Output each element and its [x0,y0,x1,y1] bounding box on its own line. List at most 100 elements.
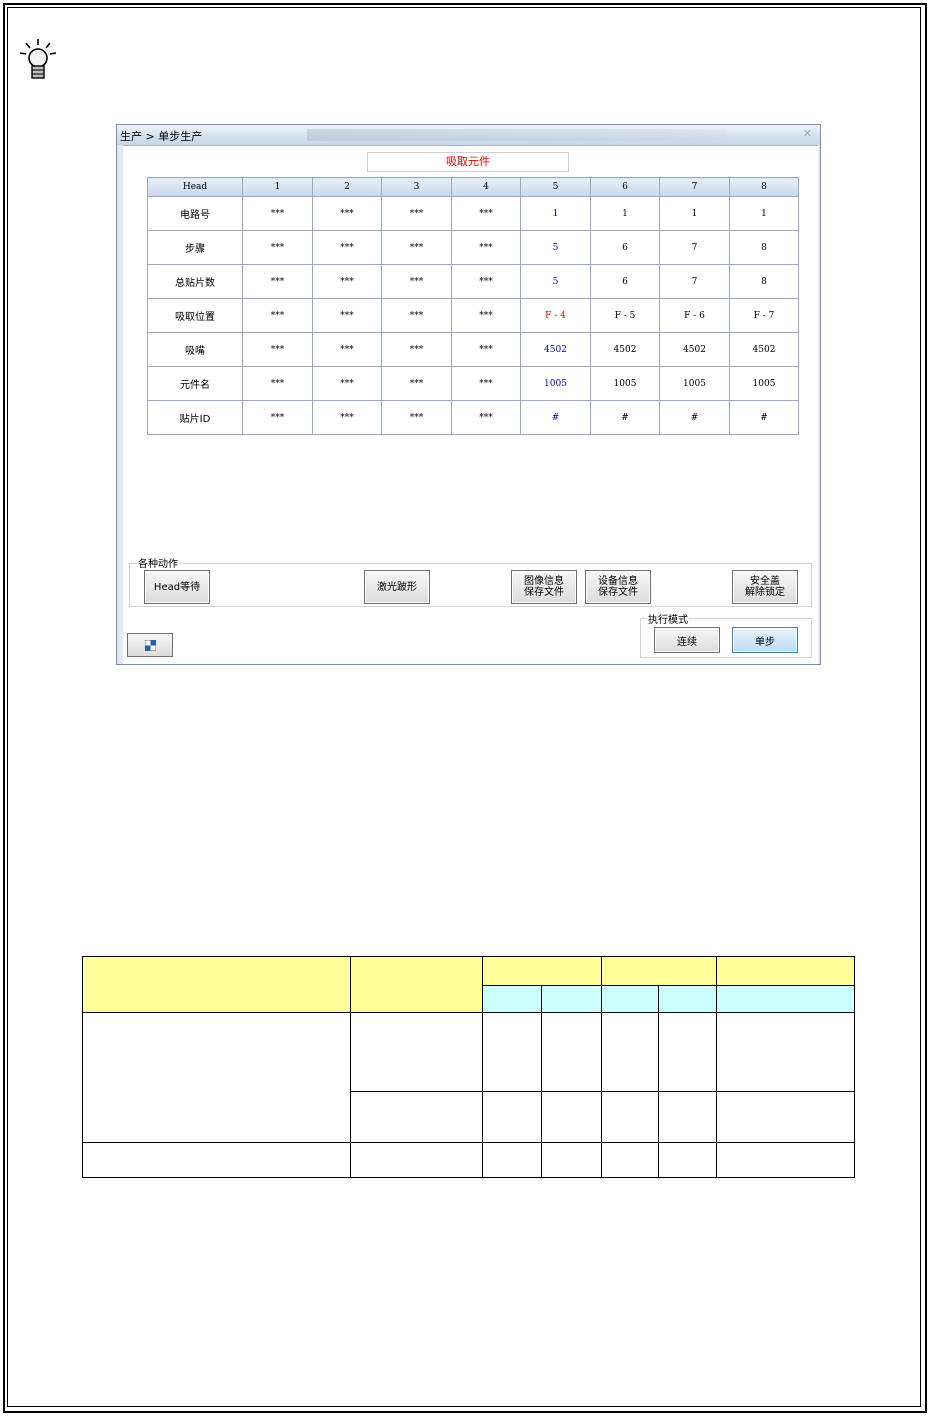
close-icon[interactable]: ✕ [803,127,812,140]
grid-col-header: 4 [451,177,521,197]
grid-cell: *** [242,264,313,299]
actions-group [129,563,812,607]
grid-row-label: 贴片ID [147,400,243,435]
continuous-mode-button[interactable]: 连续 [654,627,720,653]
spec-subheader-cell [541,985,603,1013]
restore-button[interactable] [127,633,173,657]
grid-cell: *** [381,400,452,435]
save-image-info-button[interactable]: 图像信息 保存文件 [511,570,577,604]
save-device-info-button[interactable]: 设备信息 保存文件 [585,570,651,604]
grid-cell: *** [451,264,521,299]
grid-cell: *** [381,332,452,367]
grid-header-row: Head 1 2 3 4 5 6 7 8 [147,177,799,197]
grid-cell: # [590,400,660,435]
grid-cell: *** [242,332,313,367]
head-status-grid: Head 1 2 3 4 5 6 7 8 电路号 *** *** *** *** 1 1 1 1… [147,177,799,435]
spec-cell [82,1142,351,1178]
grid-col-header: 2 [312,177,382,197]
spec-header-cell [482,956,603,986]
spec-subheader-cell [716,985,855,1013]
spec-header-cell [82,956,351,1013]
grid-cell: *** [312,298,382,333]
grid-cell: # [520,400,591,435]
window-left-edge [117,145,123,664]
spec-cell [716,1012,855,1092]
grid-cell: 4502 [659,332,730,367]
spec-cell [601,1012,660,1092]
grid-row: 电路号 *** *** *** *** 1 1 1 1 [147,196,799,231]
grid-cell: 5 [520,230,591,265]
grid-col-header: Head [147,177,243,197]
grid-cell: 8 [729,264,799,299]
grid-row: 元件名 *** *** *** *** 1005 1005 1005 1005 [147,366,799,401]
unlock-safety-cover-button[interactable]: 安全盖 解除锁定 [732,570,798,604]
grid-cell: *** [381,366,452,401]
grid-cell: 1 [520,196,591,231]
spec-cell [658,1091,718,1143]
single-step-mode-button[interactable]: 单步 [732,627,798,653]
grid-cell: 1 [729,196,799,231]
grid-cell: 1005 [659,366,730,401]
grid-col-header: 8 [729,177,799,197]
grid-cell: *** [242,298,313,333]
spec-cell [541,1142,603,1178]
exec-mode-title: 执行模式 [647,611,689,626]
spec-cell [482,1142,543,1178]
grid-col-header: 5 [520,177,591,197]
spec-cell [349,1091,484,1143]
grid-row: 贴片ID *** *** *** *** # # # # [147,400,799,435]
spec-header-cell [601,956,718,986]
grid-row-label: 总贴片数 [147,264,243,299]
grid-cell: *** [312,230,382,265]
grid-cell: 1 [590,196,660,231]
spec-cell [482,1091,543,1143]
spec-subheader-cell [658,985,718,1013]
spec-cell [541,1091,603,1143]
spec-cell [601,1142,660,1178]
grid-cell: *** [451,230,521,265]
pick-component-label: 吸取元件 [367,152,569,172]
window-restore-icon [145,640,156,651]
grid-cell: # [729,400,799,435]
spec-cell [82,1012,351,1143]
grid-cell: *** [312,332,382,367]
grid-row-label: 吸取位置 [147,298,243,333]
grid-cell: 7 [659,230,730,265]
breadcrumb: 生产 > 单步生产 [120,130,203,143]
grid-cell: 1005 [729,366,799,401]
grid-cell: *** [381,230,452,265]
grid-cell: *** [381,196,452,231]
grid-cell: *** [451,366,521,401]
spec-subheader-cell [482,985,543,1013]
grid-cell: F - 5 [590,298,660,333]
head-wait-button[interactable]: Head等待 [144,570,210,604]
actions-group-title: 各种动作 [137,555,179,570]
spec-cell [482,1012,543,1092]
grid-cell: *** [242,366,313,401]
grid-cell: 4502 [520,332,591,367]
grid-cell: 6 [590,264,660,299]
grid-cell: 1005 [520,366,591,401]
grid-row: 吸嘴 *** *** *** *** 4502 4502 4502 4502 [147,332,799,367]
grid-cell: *** [451,298,521,333]
spec-subheader-cell [601,985,660,1013]
grid-col-header: 6 [590,177,660,197]
grid-cell: 6 [590,230,660,265]
grid-row-label: 电路号 [147,196,243,231]
grid-cell: F - 6 [659,298,730,333]
laser-waveform-button[interactable]: 激光跛形 [364,570,430,604]
single-step-window: 生产 > 单步生产 ✕ 吸取元件 Head 1 2 3 4 5 6 7 8 电路… [116,124,821,665]
grid-col-header: 1 [242,177,313,197]
grid-cell: 7 [659,264,730,299]
spec-cell [658,1142,718,1178]
grid-row-label: 元件名 [147,366,243,401]
grid-cell: 1 [659,196,730,231]
grid-row-label: 吸嘴 [147,332,243,367]
spec-cell [349,1142,484,1178]
spec-table [82,956,855,1178]
window-titlebar[interactable]: 生产 > 单步生产 ✕ [117,125,820,146]
grid-cell: 8 [729,230,799,265]
window-right-edge [818,145,820,664]
grid-cell: *** [451,196,521,231]
grid-row-label: 步骤 [147,230,243,265]
